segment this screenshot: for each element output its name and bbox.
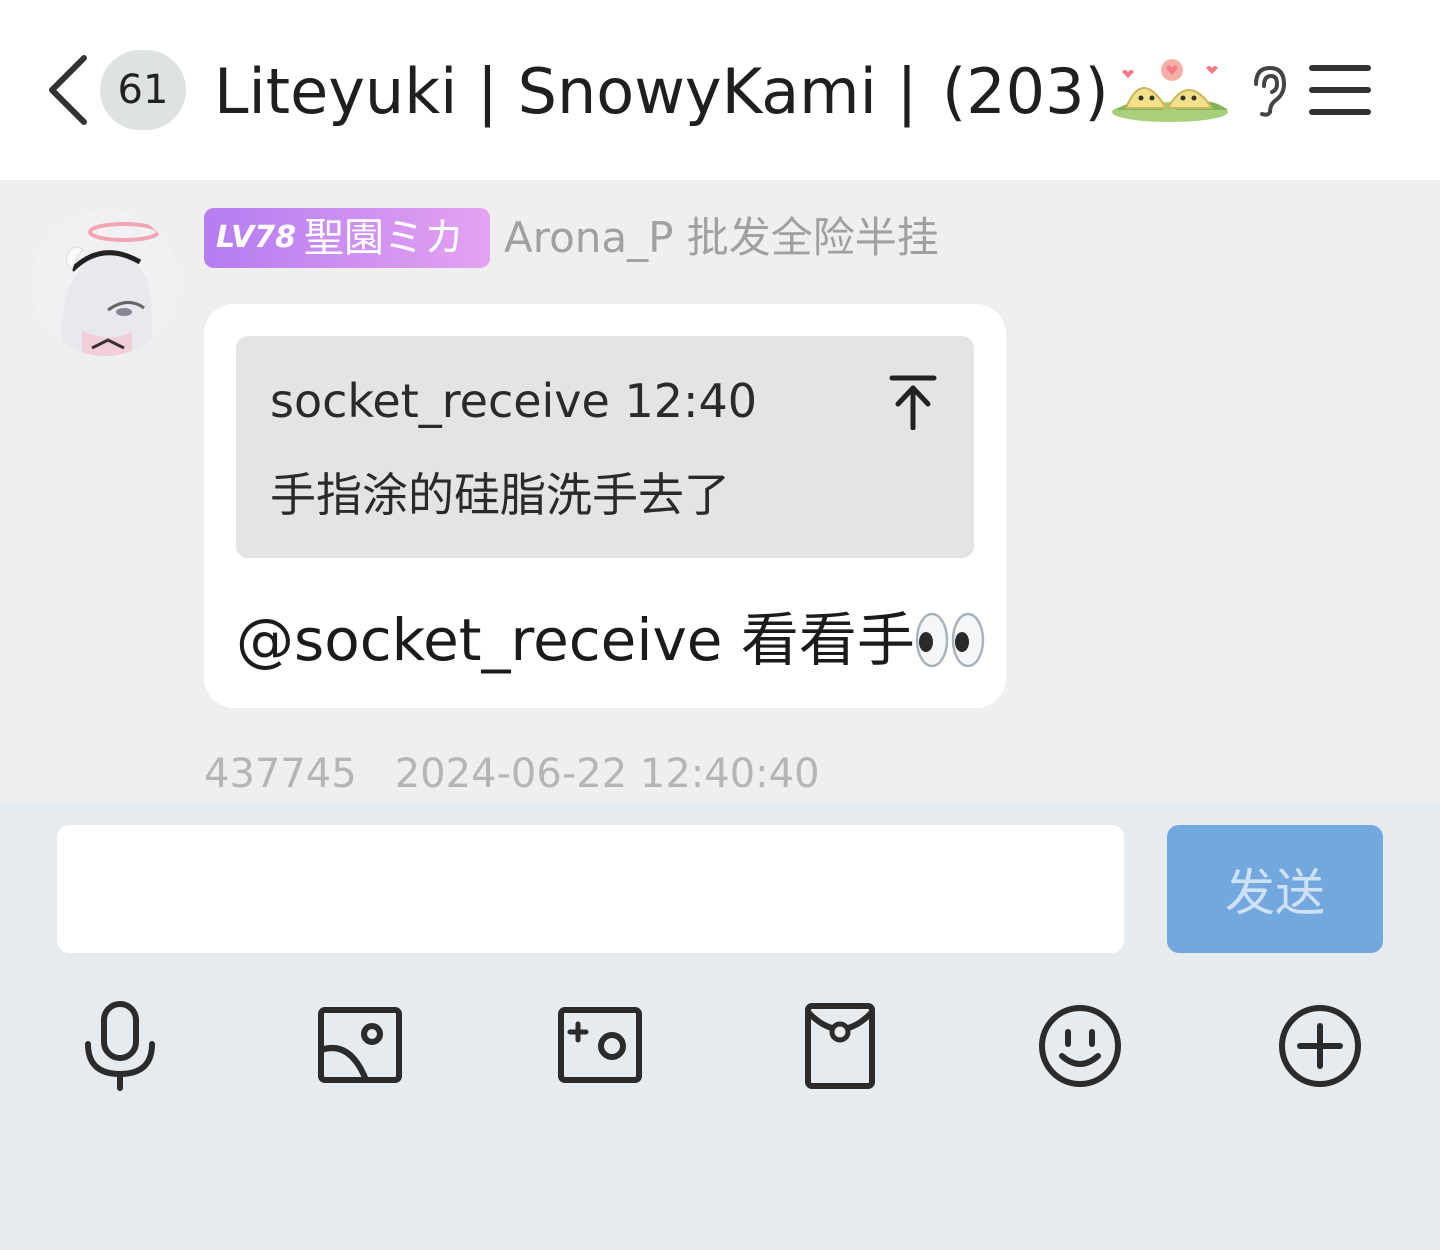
- sender-name[interactable]: Arona_P 批发全险半挂: [504, 208, 939, 268]
- group-sticker-icon: [1112, 59, 1228, 122]
- jump-to-quote-icon[interactable]: [888, 374, 938, 430]
- quoted-message[interactable]: socket_receive 12:40 手指涂的硅脂洗手去了: [236, 336, 974, 558]
- avatar-image: [32, 210, 178, 356]
- eyes-emoji-icon: [915, 612, 985, 668]
- plus-icon[interactable]: [1274, 1000, 1366, 1092]
- message-text-content: @socket_receive 看看手: [236, 606, 915, 674]
- emoji-icon[interactable]: [1034, 1000, 1126, 1092]
- back-chevron-icon[interactable]: [44, 52, 94, 128]
- chat-message-area: LV78 聖園ミカ Arona_P 批发全险半挂 socket_receive …: [0, 180, 1440, 804]
- group-title[interactable]: Liteyuki | SnowyKami |…: [214, 52, 914, 132]
- sender-avatar[interactable]: [32, 210, 178, 356]
- level-badge: LV78 聖園ミカ: [204, 208, 490, 268]
- level-label: LV78: [216, 220, 296, 255]
- input-area: 发送: [0, 804, 1440, 1250]
- quoted-text: 手指涂的硅脂洗手去了: [270, 468, 730, 522]
- message-bubble[interactable]: socket_receive 12:40 手指涂的硅脂洗手去了 @socket_…: [204, 304, 1006, 708]
- message-meta: 437745 2024-06-22 12:40:40: [204, 746, 820, 802]
- image-icon[interactable]: [314, 1000, 406, 1092]
- message-timestamp: 2024-06-22 12:40:40: [394, 751, 820, 797]
- send-button[interactable]: 发送: [1167, 825, 1383, 953]
- message-id: 437745: [204, 751, 357, 797]
- red-packet-icon[interactable]: [794, 1000, 886, 1092]
- member-count: (203): [942, 55, 1109, 128]
- message-text: @socket_receive 看看手: [236, 600, 996, 680]
- quoted-author-time: socket_receive 12:40: [270, 374, 758, 428]
- chat-header: 61 Liteyuki | SnowyKami |… (203): [0, 0, 1440, 180]
- ear-icon[interactable]: [1244, 62, 1294, 118]
- message-input[interactable]: [57, 825, 1124, 953]
- microphone-icon[interactable]: [74, 1000, 166, 1092]
- camera-icon[interactable]: [554, 1000, 646, 1092]
- menu-icon[interactable]: [1308, 62, 1372, 118]
- honor-title: 聖園ミカ: [304, 215, 464, 261]
- unread-count-badge[interactable]: 61: [100, 50, 186, 130]
